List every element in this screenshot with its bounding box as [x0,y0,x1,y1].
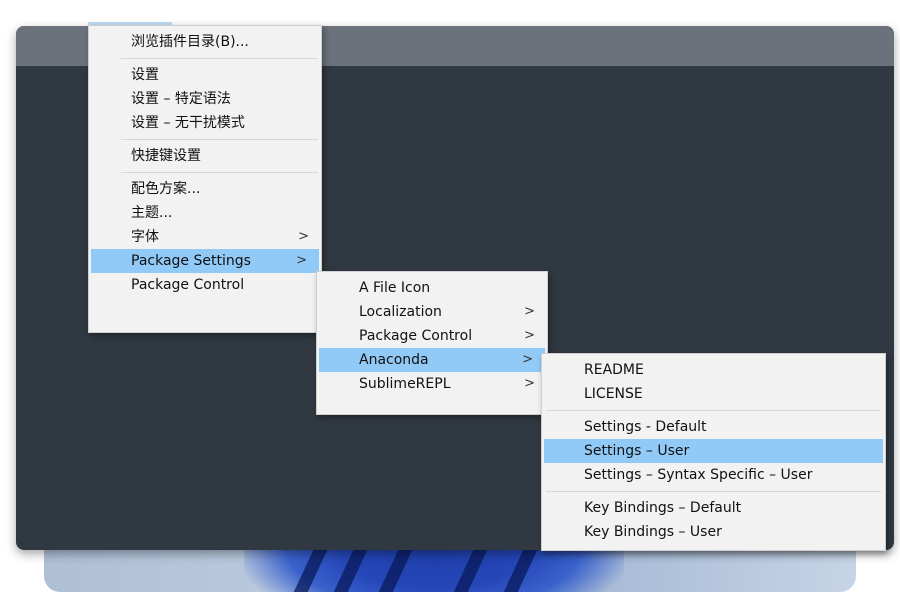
menu-item-package-settings[interactable]: Package Settings > [91,249,319,273]
chevron-right-icon: > [296,253,307,268]
menu-item-label: Key Bindings – User [584,524,722,540]
anaconda-item-settings-syntax-specific-user[interactable]: Settings – Syntax Specific – User [542,463,885,487]
menu-item-label: 配色方案... [131,181,201,197]
menu-item-package-control[interactable]: Package Control [89,273,321,297]
menu-item-label: Package Settings [131,253,251,269]
package-settings-submenu: A File Icon Localization > Package Contro… [316,271,548,415]
menu-item-settings-syntax-specific[interactable]: 设置 – 特定语法 [89,87,321,111]
menu-separator [121,58,318,59]
menu-item-label: Settings – User [584,443,690,459]
menu-item-settings[interactable]: 设置 [89,63,321,87]
menu-item-font[interactable]: 字体 > [89,225,321,249]
menu-item-label: Key Bindings – Default [584,500,742,516]
chevron-right-icon: > [522,352,533,367]
menu-item-label: 设置 [131,67,159,83]
menu-separator [546,410,881,411]
anaconda-item-license[interactable]: LICENSE [542,382,885,406]
anaconda-item-key-bindings-user[interactable]: Key Bindings – User [542,520,885,544]
menu-item-settings-distraction-free[interactable]: 设置 – 无干扰模式 [89,111,321,135]
anaconda-item-settings-user[interactable]: Settings – User [544,439,883,463]
menu-item-label: Localization [359,304,442,320]
menu-item-label: 浏览插件目录(B)... [131,34,249,50]
anaconda-item-key-bindings-default[interactable]: Key Bindings – Default [542,496,885,520]
preferences-menu: 浏览插件目录(B)... 设置 设置 – 特定语法 设置 – 无干扰模式 快捷键… [88,25,322,333]
submenu-item-anaconda[interactable]: Anaconda > [319,348,545,372]
menu-item-label: 字体 [131,229,159,245]
chevron-right-icon: > [298,229,309,244]
menu-separator [121,139,318,140]
menu-item-label: 快捷键设置 [131,148,201,164]
submenu-item-package-control[interactable]: Package Control > [317,324,547,348]
menu-item-color-scheme[interactable]: 配色方案... [89,177,321,201]
anaconda-item-settings-default[interactable]: Settings - Default [542,415,885,439]
menu-item-label: A File Icon [359,280,431,296]
menu-item-browse-packages[interactable]: 浏览插件目录(B)... [89,30,321,54]
anaconda-submenu: README LICENSE Settings - Default Settin… [541,353,886,551]
anaconda-item-readme[interactable]: README [542,358,885,382]
menu-item-label: Settings - Default [584,419,707,435]
menu-item-label: Package Control [131,277,245,293]
menu-item-label: Package Control [359,328,473,344]
menu-item-key-bindings[interactable]: 快捷键设置 [89,144,321,168]
submenu-item-localization[interactable]: Localization > [317,300,547,324]
menu-item-label: 主题... [131,205,173,221]
menu-item-label: Anaconda [359,352,429,368]
menu-item-label: README [584,362,644,378]
chevron-right-icon: > [524,376,535,391]
menu-item-theme[interactable]: 主题... [89,201,321,225]
menu-item-label: 设置 – 无干扰模式 [131,115,245,131]
menu-separator [121,172,318,173]
menu-item-label: SublimeREPL [359,376,451,392]
menu-separator [546,491,881,492]
submenu-item-sublimerepl[interactable]: SublimeREPL > [317,372,547,396]
menu-item-label: LICENSE [584,386,643,402]
chevron-right-icon: > [524,328,535,343]
menu-item-label: Settings – Syntax Specific – User [584,467,813,483]
submenu-item-a-file-icon[interactable]: A File Icon [317,276,547,300]
menu-item-label: 设置 – 特定语法 [131,91,231,107]
chevron-right-icon: > [524,304,535,319]
